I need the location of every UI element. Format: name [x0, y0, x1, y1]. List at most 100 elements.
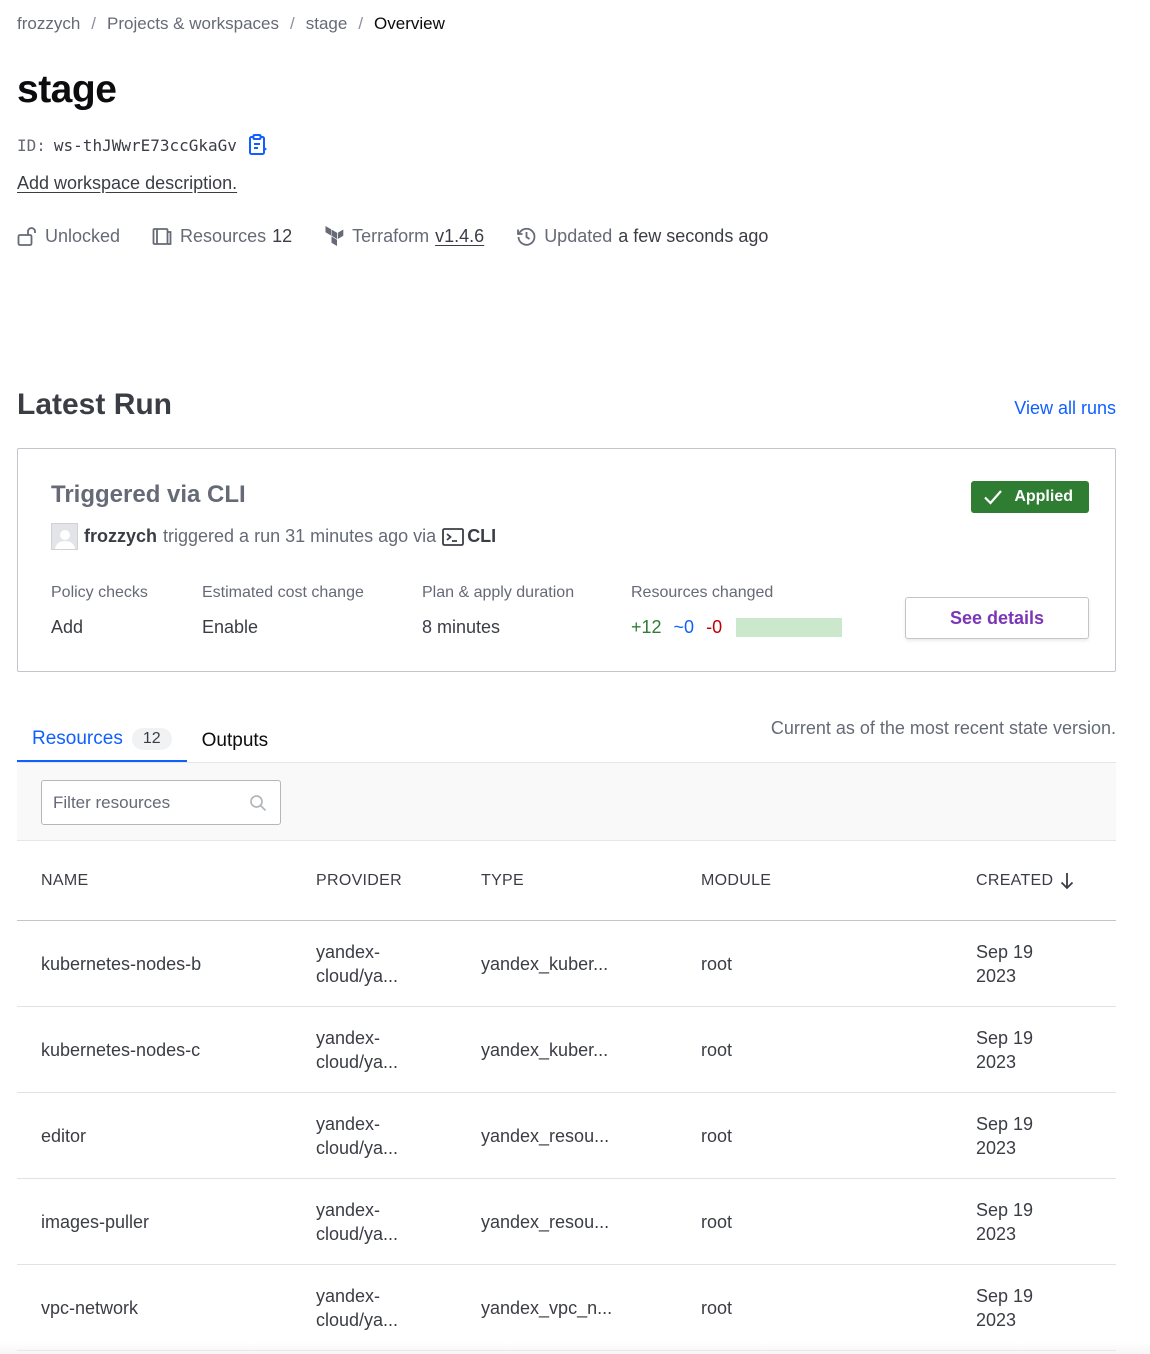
- provider-line: yandex-: [316, 941, 381, 962]
- breadcrumb-separator: /: [91, 14, 97, 33]
- tab-resources[interactable]: Resources 12: [17, 718, 187, 763]
- column-header-provider: PROVIDER: [316, 871, 402, 889]
- resources-value: 12: [272, 226, 293, 246]
- add-description-link[interactable]: Add workspace description.: [17, 173, 237, 194]
- table-row[interactable]: editor yandex-cloud/ya... yandex_resou..…: [17, 1093, 1116, 1179]
- resource-created: Sep 19 2023: [976, 940, 1076, 988]
- tab-list: Resources 12 Outputs: [17, 718, 283, 763]
- resource-provider: yandex-cloud/ya...: [316, 1284, 456, 1332]
- provider-line: cloud/ya...: [316, 965, 399, 986]
- view-all-runs-link[interactable]: View all runs: [1014, 398, 1116, 419]
- resource-module: root: [701, 953, 733, 974]
- filter-bar: [17, 762, 1116, 841]
- resource-name[interactable]: vpc-network: [41, 1296, 138, 1320]
- updated-label: Updated: [544, 226, 613, 246]
- created-year: 2023: [976, 1309, 1017, 1330]
- resources-count: Resources 12: [152, 226, 292, 247]
- resource-name[interactable]: editor: [41, 1124, 86, 1148]
- breadcrumb-workspace[interactable]: stage: [306, 14, 348, 34]
- resources-added: +12: [631, 617, 662, 637]
- resource-type: yandex_kuber...: [481, 1039, 609, 1060]
- state-version-note: Current as of the most recent state vers…: [770, 718, 1116, 738]
- run-user[interactable]: frozzych: [84, 526, 157, 547]
- resources-table: NAME PROVIDER TYPE MODULE CREATED kubern…: [17, 841, 1116, 1351]
- workspace-id-value: ws-thJWwrE73ccGkaGv: [53, 135, 237, 155]
- search-icon: [250, 795, 267, 812]
- latest-run-title: Latest Run: [17, 388, 173, 421]
- resource-name[interactable]: images-puller: [41, 1210, 149, 1234]
- provider-line: yandex-: [316, 1285, 381, 1306]
- resource-module: root: [701, 1039, 733, 1060]
- table-row[interactable]: images-puller yandex-cloud/ya... yandex_…: [17, 1179, 1116, 1265]
- cost-estimate-stat: Estimated cost change Enable: [202, 584, 364, 638]
- column-header-name: NAME: [41, 871, 89, 889]
- resource-created: Sep 19 2023: [976, 1026, 1076, 1074]
- provider-line: yandex-: [316, 1113, 381, 1134]
- provider-line: cloud/ya...: [316, 1051, 399, 1072]
- table-row[interactable]: vpc-network yandex-cloud/ya... yandex_vp…: [17, 1265, 1116, 1351]
- resources-changed-values: +12 ~0 -0: [631, 617, 843, 638]
- resource-module: root: [701, 1211, 733, 1232]
- breadcrumb-org[interactable]: frozzych: [17, 14, 80, 34]
- terraform-label: Terraform: [352, 226, 430, 246]
- provider-line: yandex-: [316, 1199, 381, 1220]
- table-row[interactable]: kubernetes-nodes-b yandex-cloud/ya... ya…: [17, 921, 1116, 1007]
- terraform-version: Terraform v1.4.6: [324, 226, 484, 247]
- tab-resources-label: Resources: [32, 728, 123, 749]
- terminal-icon: [442, 527, 465, 546]
- run-source-label: CLI: [467, 526, 497, 546]
- resource-provider: yandex-cloud/ya...: [316, 1026, 456, 1074]
- run-meta: frozzych triggered a run 31 minutes ago …: [51, 523, 496, 550]
- status-badge: Applied: [971, 481, 1089, 513]
- resources-changed-label: Resources changed: [631, 584, 774, 601]
- resource-type: yandex_resou...: [481, 1211, 610, 1232]
- resource-provider: yandex-cloud/ya...: [316, 1198, 456, 1246]
- resource-type: yandex_kuber...: [481, 953, 609, 974]
- resource-name[interactable]: kubernetes-nodes-c: [41, 1038, 200, 1062]
- resources-label: Resources: [180, 226, 267, 246]
- resource-provider: yandex-cloud/ya...: [316, 940, 456, 988]
- run-title[interactable]: Triggered via CLI: [51, 481, 246, 509]
- arrow-down-icon: [1061, 872, 1074, 889]
- unlock-icon: [17, 227, 36, 246]
- breadcrumb-separator: /: [358, 14, 364, 33]
- table-row[interactable]: kubernetes-nodes-c yandex-cloud/ya... ya…: [17, 1007, 1116, 1093]
- status-badge-label: Applied: [1014, 488, 1073, 505]
- resources-icon: [152, 228, 172, 245]
- resource-type: yandex_vpc_n...: [481, 1297, 613, 1318]
- terraform-logo-icon: [325, 226, 344, 246]
- created-year: 2023: [976, 1223, 1017, 1244]
- workspace-id: ID: ws-thJWwrE73ccGkaGv: [17, 134, 268, 156]
- column-header-type: TYPE: [481, 871, 524, 889]
- resources-changed-stat: Resources changed +12 ~0 -0: [631, 584, 843, 638]
- resource-created: Sep 19 2023: [976, 1284, 1076, 1332]
- tab-outputs-label: Outputs: [201, 729, 269, 751]
- resource-module: root: [701, 1297, 733, 1318]
- provider-line: yandex-: [316, 1027, 381, 1048]
- updated-status: Updated a few seconds ago: [516, 226, 768, 247]
- avatar: [51, 523, 78, 550]
- run-source: CLI: [442, 526, 496, 547]
- duration-label: Plan & apply duration: [422, 584, 575, 601]
- filter-resources-input[interactable]: [41, 780, 281, 825]
- resource-module: root: [701, 1125, 733, 1146]
- lock-status[interactable]: Unlocked: [17, 226, 120, 247]
- clipboard-copy-icon[interactable]: [248, 134, 268, 156]
- provider-line: cloud/ya...: [316, 1223, 399, 1244]
- resource-name[interactable]: kubernetes-nodes-b: [41, 952, 201, 976]
- run-triggered-text: triggered a run 31 minutes ago via: [163, 526, 437, 546]
- created-year: 2023: [976, 965, 1017, 986]
- updated-value: a few seconds ago: [618, 226, 769, 246]
- breadcrumb: frozzych / Projects & workspaces / stage…: [17, 14, 445, 34]
- column-header-created[interactable]: CREATED: [976, 869, 1076, 893]
- workspace-id-label: ID:: [17, 135, 46, 155]
- breadcrumb-projects[interactable]: Projects & workspaces: [107, 14, 279, 34]
- terraform-version-link[interactable]: v1.4.6: [435, 226, 484, 247]
- policy-checks-label: Policy checks: [51, 584, 148, 601]
- lock-status-label: Unlocked: [45, 226, 121, 246]
- see-details-button[interactable]: See details: [905, 597, 1089, 639]
- cost-estimate-value[interactable]: Enable: [202, 617, 364, 638]
- duration-stat: Plan & apply duration 8 minutes: [422, 584, 574, 638]
- tab-outputs[interactable]: Outputs: [187, 718, 284, 763]
- policy-checks-value[interactable]: Add: [51, 617, 148, 638]
